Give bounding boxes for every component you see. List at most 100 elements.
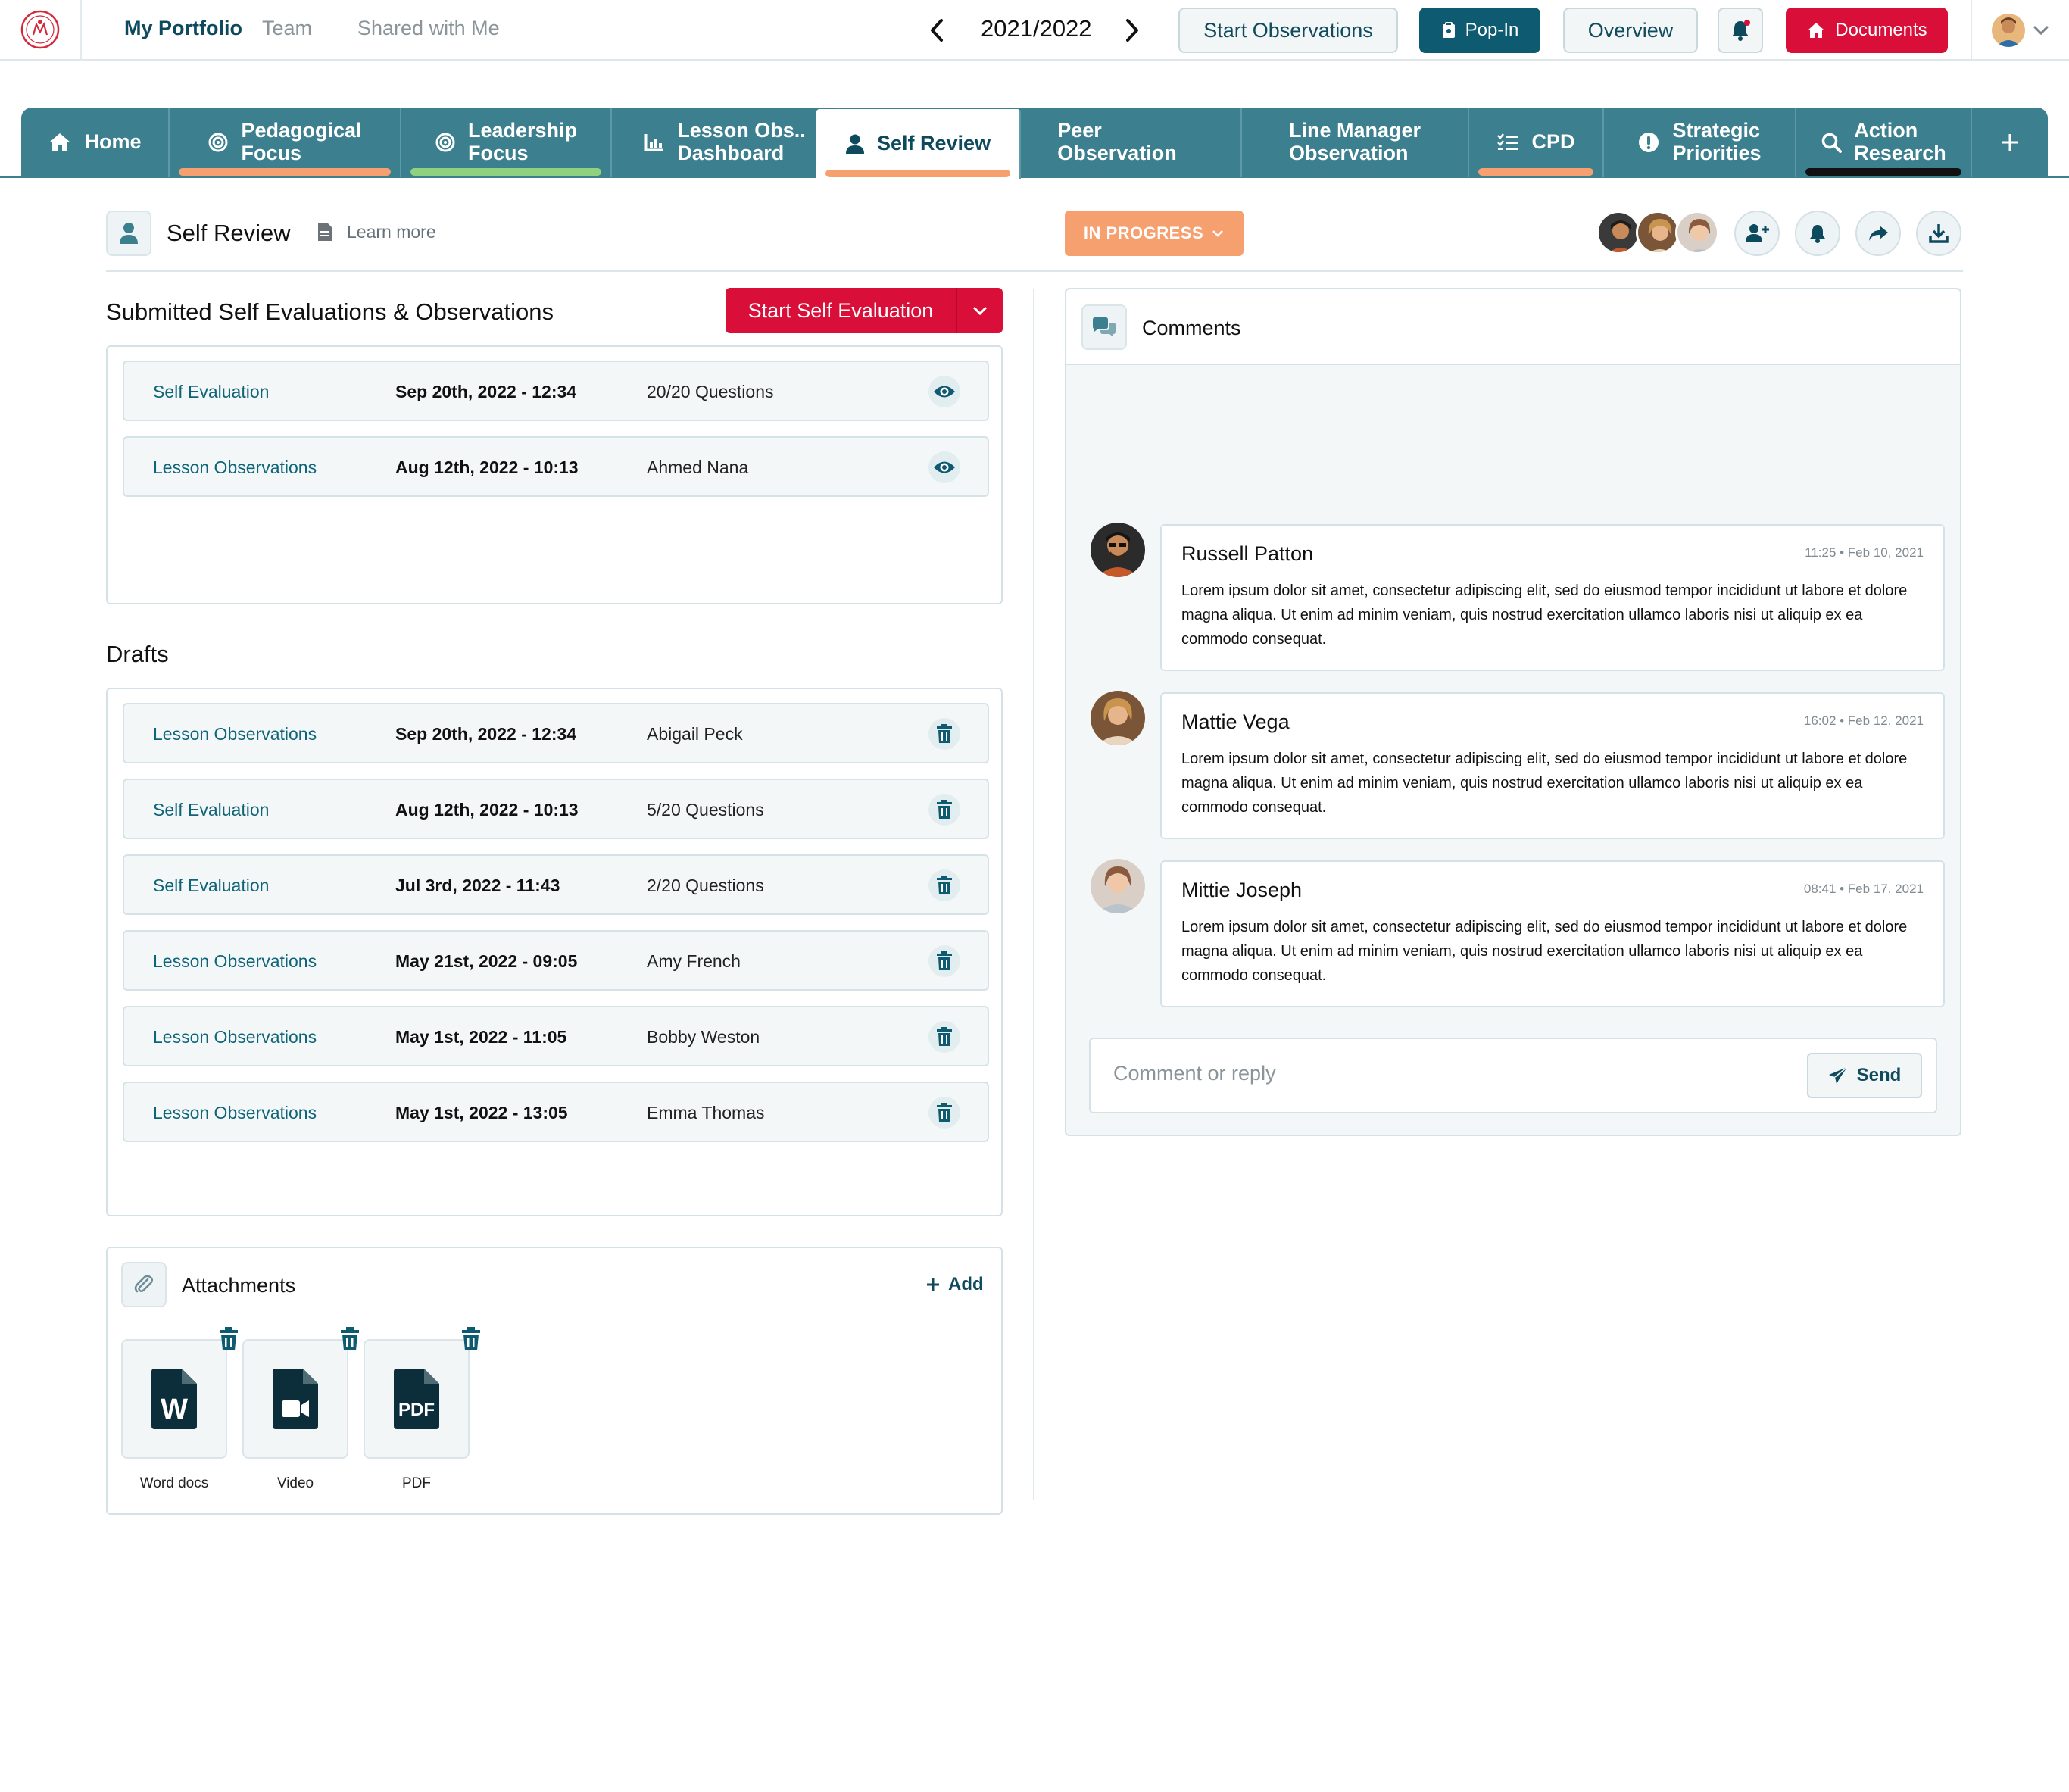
- send-icon: [1828, 1066, 1848, 1084]
- download-button[interactable]: [1916, 211, 1961, 256]
- nav-team[interactable]: Team: [262, 17, 312, 40]
- send-button[interactable]: Send: [1807, 1053, 1922, 1098]
- attachment-video[interactable]: [242, 1339, 348, 1459]
- participant-avatar[interactable]: [1675, 211, 1719, 254]
- table-row[interactable]: Self Evaluation Aug 12th, 2022 - 10:13 5…: [123, 779, 989, 839]
- notifications-button[interactable]: [1718, 8, 1763, 53]
- delete-button[interactable]: [928, 1021, 960, 1053]
- tab-self-review[interactable]: Self Review: [816, 109, 1021, 179]
- comment-text: Lorem ipsum dolor sit amet, consectetur …: [1181, 751, 1908, 816]
- documents-button[interactable]: Documents: [1786, 8, 1948, 53]
- plus-icon: [2002, 134, 2018, 151]
- view-button[interactable]: [928, 376, 960, 407]
- send-label: Send: [1856, 1065, 1902, 1085]
- commenter-name: Mattie Vega: [1181, 710, 1290, 733]
- start-self-evaluation-label[interactable]: Start Self Evaluation: [726, 288, 957, 333]
- start-observations-button[interactable]: Start Observations: [1178, 8, 1398, 53]
- add-attachment-button[interactable]: Add: [925, 1274, 984, 1295]
- start-self-evaluation-button[interactable]: Start Self Evaluation: [726, 288, 1003, 333]
- add-participant-button[interactable]: [1734, 211, 1780, 256]
- school-logo[interactable]: [20, 9, 61, 50]
- nav-shared-with-me[interactable]: Shared with Me: [357, 17, 500, 40]
- tab-label: Self Review: [876, 132, 991, 155]
- chevron-down-icon[interactable]: [2033, 23, 2049, 38]
- comment-timestamp: 11:25 • Feb 10, 2021: [1805, 545, 1924, 560]
- attachment-word[interactable]: W: [121, 1339, 227, 1459]
- comment-text: Lorem ipsum dolor sit amet, consectetur …: [1181, 919, 1908, 984]
- delete-button[interactable]: [928, 718, 960, 750]
- participant-avatar[interactable]: [1596, 211, 1640, 254]
- trash-icon[interactable]: [339, 1327, 360, 1351]
- status-dropdown[interactable]: IN PROGRESS: [1065, 211, 1244, 256]
- row-type[interactable]: Self Evaluation: [153, 876, 269, 896]
- attachment-pdf[interactable]: PDF: [364, 1339, 470, 1459]
- delete-button[interactable]: [928, 869, 960, 901]
- attachment-label: PDF: [402, 1475, 431, 1491]
- user-avatar[interactable]: [1992, 14, 2025, 47]
- table-row[interactable]: Lesson Observations May 21st, 2022 - 09:…: [123, 930, 989, 991]
- table-row[interactable]: Self Evaluation Sep 20th, 2022 - 12:34 2…: [123, 361, 989, 421]
- row-type[interactable]: Self Evaluation: [153, 800, 269, 820]
- comment-input[interactable]: [1113, 1062, 1780, 1085]
- table-row[interactable]: Lesson Observations Aug 12th, 2022 - 10:…: [123, 436, 989, 497]
- tab-home[interactable]: Home: [21, 108, 170, 177]
- row-type[interactable]: Lesson Observations: [153, 1027, 317, 1047]
- delete-button[interactable]: [928, 794, 960, 826]
- share-button[interactable]: [1855, 211, 1901, 256]
- documents-label: Documents: [1835, 20, 1927, 40]
- view-button[interactable]: [928, 451, 960, 483]
- row-type[interactable]: Lesson Observations: [153, 951, 317, 972]
- comments-panel: Comments Russell Patton 11:25 • Feb 10, …: [1065, 288, 1961, 1136]
- row-type[interactable]: Lesson Observations: [153, 1103, 317, 1123]
- tab-cpd[interactable]: CPD: [1469, 108, 1604, 177]
- commenter-avatar[interactable]: [1091, 859, 1145, 913]
- commenter-avatar[interactable]: [1091, 523, 1145, 577]
- reminder-button[interactable]: [1795, 211, 1840, 256]
- table-row[interactable]: Self Evaluation Jul 3rd, 2022 - 11:43 2/…: [123, 854, 989, 915]
- chevron-right-icon[interactable]: [1119, 17, 1144, 44]
- commenter-name: Russell Patton: [1181, 542, 1314, 565]
- tab-lesson-obs-dashboard[interactable]: Lesson Obs.. Dashboard: [612, 108, 839, 177]
- table-row[interactable]: Lesson Observations May 1st, 2022 - 11:0…: [123, 1006, 989, 1066]
- tab-leadership-focus[interactable]: Leadership Focus: [401, 108, 612, 177]
- academic-year: 2021/2022: [981, 15, 1092, 42]
- learn-more-link[interactable]: Learn more: [317, 221, 436, 242]
- trash-icon: [937, 800, 952, 819]
- row-date: Aug 12th, 2022 - 10:13: [395, 800, 579, 820]
- row-detail: Bobby Weston: [647, 1027, 760, 1047]
- comment-card: Russell Patton 11:25 • Feb 10, 2021 Lore…: [1160, 524, 1945, 671]
- tab-indicator: [1478, 168, 1593, 176]
- tab-peer-observation[interactable]: Peer Observation: [1024, 108, 1242, 177]
- add-tab-button[interactable]: [1972, 108, 2048, 177]
- tab-line-manager-observation[interactable]: Line Manager Observation: [1242, 108, 1469, 177]
- comment-text: Lorem ipsum dolor sit amet, consectetur …: [1181, 582, 1908, 648]
- row-type[interactable]: Lesson Observations: [153, 724, 317, 745]
- delete-button[interactable]: [928, 1097, 960, 1129]
- trash-icon[interactable]: [218, 1327, 239, 1351]
- start-self-evaluation-dropdown[interactable]: [957, 288, 1003, 333]
- table-row[interactable]: Lesson Observations Sep 20th, 2022 - 12:…: [123, 703, 989, 763]
- search-icon: [1821, 133, 1843, 153]
- tab-strategic-priorities[interactable]: Strategic Priorities: [1604, 108, 1796, 177]
- row-date: Aug 12th, 2022 - 10:13: [395, 457, 579, 477]
- attachment-label: Video: [276, 1475, 314, 1491]
- svg-text:PDF: PDF: [398, 1400, 435, 1420]
- commenter-avatar[interactable]: [1091, 691, 1145, 745]
- pop-in-button[interactable]: Pop-In: [1419, 8, 1540, 53]
- table-row[interactable]: Lesson Observations May 1st, 2022 - 13:0…: [123, 1082, 989, 1142]
- delete-button[interactable]: [928, 945, 960, 977]
- tab-action-research[interactable]: Action Research: [1796, 108, 1972, 177]
- chart-icon: [644, 134, 664, 151]
- tab-indicator: [825, 170, 1010, 177]
- row-type[interactable]: Lesson Observations: [153, 457, 317, 478]
- tab-pedagogical-focus[interactable]: Pedagogical Focus: [170, 108, 401, 177]
- nav-my-portfolio[interactable]: My Portfolio: [124, 17, 242, 40]
- row-type[interactable]: Self Evaluation: [153, 382, 269, 402]
- chevron-left-icon[interactable]: [925, 17, 950, 44]
- participant-avatar[interactable]: [1636, 211, 1680, 254]
- row-detail: 5/20 Questions: [647, 800, 764, 820]
- column-divider: [1033, 289, 1034, 1500]
- trash-icon[interactable]: [460, 1327, 482, 1351]
- trash-icon: [937, 1027, 952, 1046]
- overview-button[interactable]: Overview: [1563, 8, 1698, 53]
